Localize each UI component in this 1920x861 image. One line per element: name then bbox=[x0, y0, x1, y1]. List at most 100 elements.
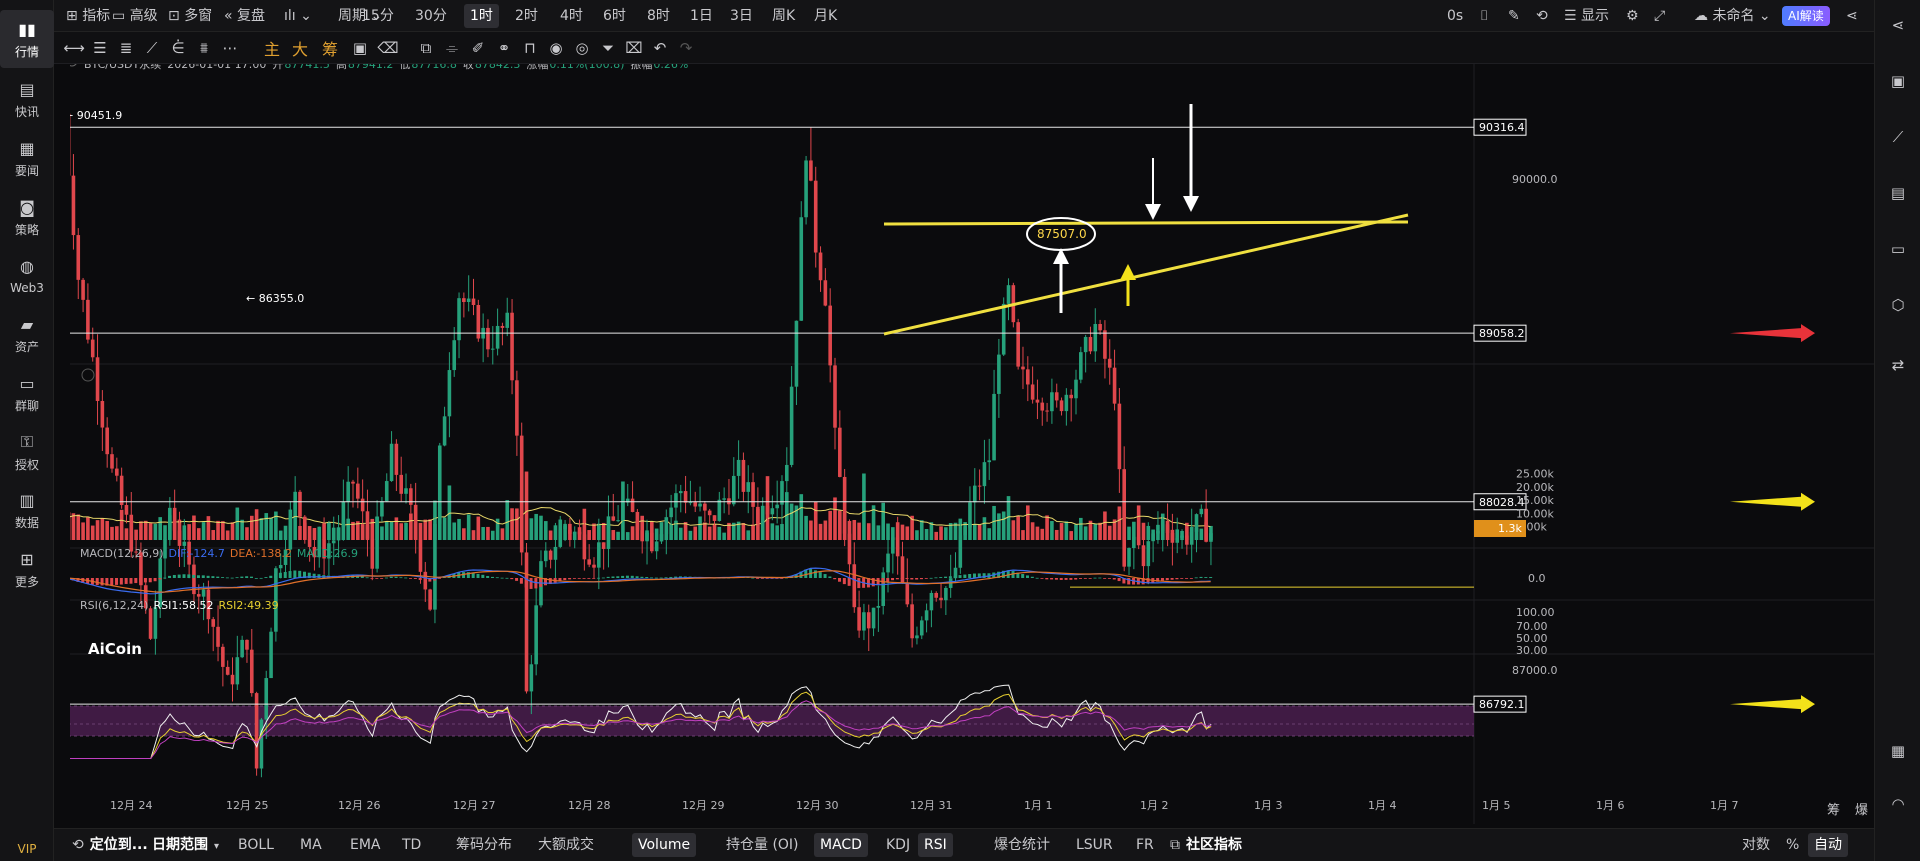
nav-item-vip[interactable]: VIP bbox=[0, 834, 54, 861]
big-order-button[interactable]: 大 bbox=[290, 38, 310, 59]
indicator-tab-7[interactable]: 持仓量 (OI) bbox=[726, 829, 799, 861]
headset-icon[interactable]: ◠ bbox=[1887, 793, 1909, 815]
shield-icon[interactable]: ⬡ bbox=[1887, 294, 1909, 316]
nav-item-更多[interactable]: ⊞ 更多 bbox=[0, 540, 54, 598]
indicator-tab-1[interactable]: MA bbox=[300, 829, 322, 861]
indicator-tab-11[interactable]: 爆仓统计 bbox=[994, 829, 1050, 861]
etf-icon[interactable]: ▭ bbox=[1887, 238, 1909, 260]
macd-histogram-bar bbox=[254, 577, 258, 579]
interval-9[interactable]: 周K bbox=[772, 0, 795, 32]
community-indicators-button[interactable]: ⧉ 社区指标 bbox=[1170, 829, 1242, 861]
nav-item-资产[interactable]: ▰ 资产 bbox=[0, 305, 54, 363]
ai-interpret-button[interactable]: AI解读 bbox=[1782, 6, 1830, 26]
chip-button[interactable]: 筹 bbox=[320, 38, 340, 59]
indicator-tab-2[interactable]: EMA bbox=[350, 829, 381, 861]
interval-8[interactable]: 3日 bbox=[730, 0, 753, 32]
indicator-tab-3[interactable]: TD bbox=[402, 829, 421, 861]
calendar-tool-icon[interactable]: ▣ bbox=[350, 38, 370, 58]
trash-icon[interactable]: ⌧ bbox=[624, 38, 644, 58]
nav-item-数据[interactable]: ▥ 数据 bbox=[0, 481, 54, 539]
nav-item-策略[interactable]: ◙ 策略 bbox=[0, 188, 54, 246]
lock-icon[interactable]: ⊓ bbox=[520, 38, 540, 58]
price-tag-label: 90316.4 bbox=[1479, 121, 1525, 134]
nav-item-群聊[interactable]: ▭ 群聊 bbox=[0, 364, 54, 422]
channel-tool-icon[interactable]: ⋵ bbox=[168, 38, 188, 58]
main-chart-button[interactable]: 主 bbox=[262, 38, 282, 59]
layout-name-button[interactable]: ☁ 未命名 ⌄ bbox=[1694, 0, 1771, 32]
macd-histogram-bar bbox=[601, 577, 605, 579]
macd-histogram-bar bbox=[163, 577, 167, 579]
trendline-tool-icon[interactable]: ⟋ bbox=[142, 38, 162, 58]
locate-button[interactable]: ⟲ 定位到... bbox=[72, 829, 148, 861]
indicator-tab-12[interactable]: LSUR bbox=[1076, 829, 1113, 861]
macd-histogram-bar bbox=[1035, 577, 1039, 579]
volume-bar bbox=[1045, 515, 1049, 540]
display-button[interactable]: ☰ 显示 bbox=[1564, 0, 1609, 32]
panels-icon[interactable]: ▦ bbox=[1887, 740, 1909, 762]
share-window-icon[interactable]: ⟲ bbox=[1536, 0, 1548, 32]
macd-histogram-bar bbox=[905, 578, 909, 580]
nav-item-授权[interactable]: ⚿ 授权 bbox=[0, 423, 54, 481]
brush-icon[interactable]: ✐ bbox=[468, 38, 488, 58]
indicator-tab-13[interactable]: FR bbox=[1136, 829, 1154, 861]
chart-icon[interactable]: ▤ bbox=[1887, 182, 1909, 204]
auto-scale-button[interactable]: 自动 bbox=[1808, 833, 1848, 857]
percent-scale-button[interactable]: % bbox=[1786, 829, 1799, 861]
nav-item-要闻[interactable]: ▦ 要闻 bbox=[0, 129, 54, 187]
interval-5[interactable]: 6时 bbox=[603, 0, 626, 32]
indicator-tab-10[interactable]: RSI bbox=[918, 833, 953, 857]
copy-icon[interactable]: ⧉ bbox=[416, 38, 436, 58]
indicator-tab-9[interactable]: KDJ bbox=[886, 829, 910, 861]
fullscreen-icon[interactable]: ⤢ bbox=[1654, 0, 1665, 32]
share-icon[interactable]: ⋖ bbox=[1887, 14, 1909, 36]
indicators-button[interactable]: ⊞ 指标 bbox=[66, 0, 110, 32]
undo-icon[interactable]: ↶ bbox=[650, 38, 670, 58]
candle-body bbox=[982, 462, 987, 487]
eraser-tool-icon[interactable]: ⌫ bbox=[377, 38, 398, 58]
candle-body bbox=[746, 482, 751, 492]
ruler-icon[interactable]: ⌯ bbox=[442, 38, 462, 58]
more-tools-icon[interactable]: ⋯ bbox=[220, 38, 240, 58]
multi-window-button[interactable]: ⊡ 多窗 bbox=[168, 0, 212, 32]
magnet-icon[interactable]: ◎ bbox=[572, 38, 592, 58]
indicator-tab-4[interactable]: 筹码分布 bbox=[456, 829, 512, 861]
indicator-tab-5[interactable]: 大额成交 bbox=[538, 829, 594, 861]
gear-icon[interactable]: ⚙ bbox=[1626, 0, 1639, 32]
share-icon[interactable]: ⋖ bbox=[1846, 0, 1858, 32]
interval-10[interactable]: 月K bbox=[814, 0, 837, 32]
nav-item-web3[interactable]: ◍ Web3 bbox=[0, 246, 54, 304]
pencil-icon[interactable]: ✎ bbox=[1508, 0, 1520, 32]
indicator-tab-0[interactable]: BOLL bbox=[238, 829, 274, 861]
trend-icon[interactable]: ⟋ bbox=[1887, 126, 1909, 148]
nav-item-快讯[interactable]: ▤ 快讯 bbox=[0, 70, 54, 128]
layout-icon[interactable]: ▣ bbox=[1887, 70, 1909, 92]
camera-icon[interactable]: ⌷ bbox=[1480, 0, 1488, 32]
volume-bar bbox=[1054, 529, 1059, 540]
indicator-tab-8[interactable]: MACD bbox=[814, 833, 868, 857]
replay-button[interactable]: « 复盘 bbox=[224, 0, 265, 32]
interval-6[interactable]: 8时 bbox=[647, 0, 670, 32]
filter-icon[interactable]: ⏷ bbox=[598, 38, 618, 58]
indicator-tab-6[interactable]: Volume bbox=[632, 833, 697, 857]
link-icon[interactable]: ⚭ bbox=[494, 38, 514, 58]
date-range-button[interactable]: 日期范围 ▾ bbox=[152, 829, 219, 861]
swap-icon[interactable]: ⇄ bbox=[1887, 354, 1909, 376]
parallel-tool-icon[interactable]: ≣ bbox=[116, 38, 136, 58]
horizontal-line-tool-icon[interactable]: ⟷ bbox=[63, 38, 85, 58]
interval-1[interactable]: 30分 bbox=[415, 0, 447, 32]
chart-area[interactable]: BTC/USDT永续 2026-01-01 17:00 开87741.5 高87941… bbox=[70, 64, 1874, 824]
log-scale-button[interactable]: 对数 bbox=[1742, 829, 1770, 861]
nav-item-行情[interactable]: ▮▮ 行情 bbox=[0, 10, 54, 68]
interval-4[interactable]: 4时 bbox=[560, 0, 583, 32]
fib-tool-icon[interactable]: ⩩ bbox=[194, 38, 214, 58]
advanced-button[interactable]: ▭ 高级 bbox=[112, 0, 158, 32]
interval-3[interactable]: 2时 bbox=[515, 0, 538, 32]
volume-bar bbox=[592, 523, 596, 540]
eye-icon[interactable]: ◉ bbox=[546, 38, 566, 58]
interval-0[interactable]: 15分 bbox=[362, 0, 394, 32]
redo-icon[interactable]: ↷ bbox=[676, 38, 696, 58]
lines-tool-icon[interactable]: ☰ bbox=[90, 38, 110, 58]
interval-2[interactable]: 1时 bbox=[464, 4, 499, 28]
interval-7[interactable]: 1日 bbox=[690, 0, 713, 32]
chart-style-button[interactable]: ılı ⌄ bbox=[284, 0, 312, 32]
